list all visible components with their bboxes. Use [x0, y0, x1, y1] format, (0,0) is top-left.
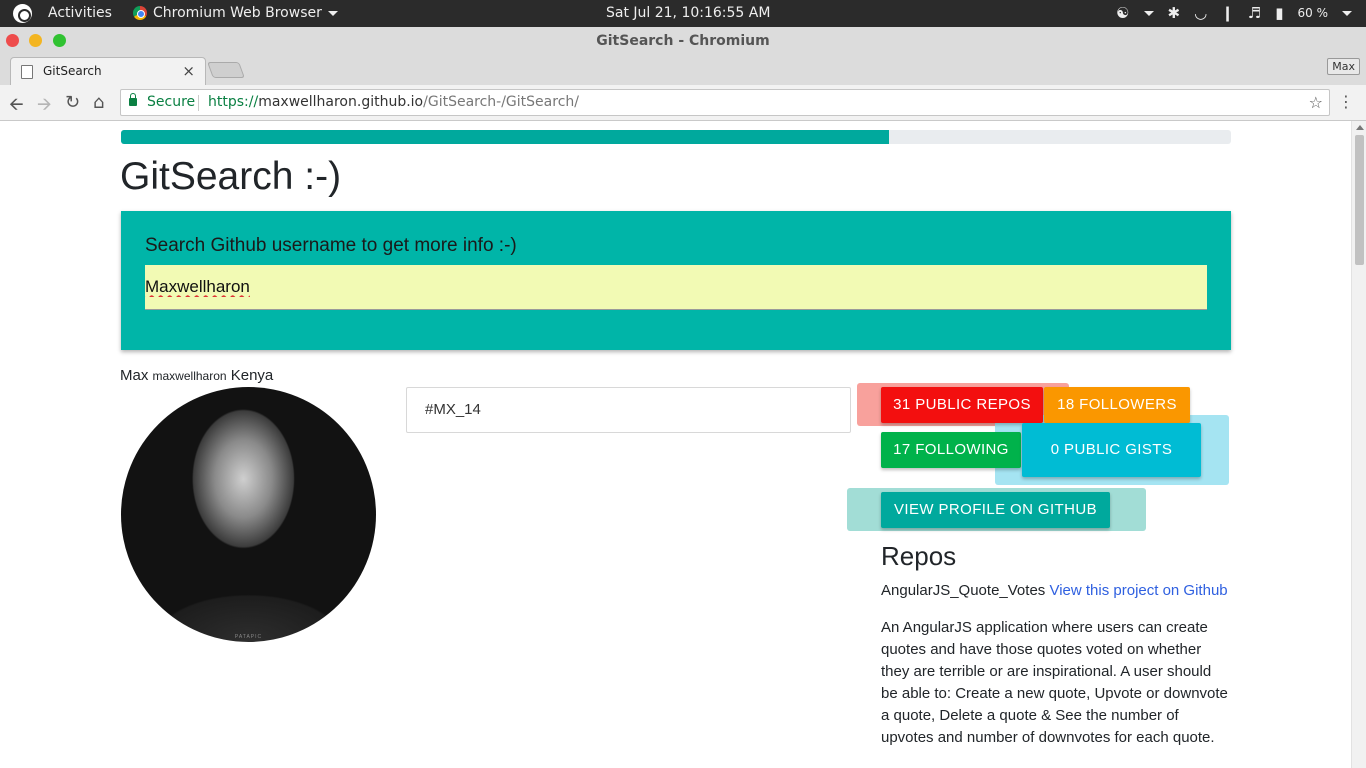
search-card: Search Github username to get more info … — [121, 211, 1231, 350]
search-input[interactable] — [145, 265, 1207, 310]
chevron-down-icon — [327, 10, 338, 16]
user-info-line: Max maxwellharon Kenya — [120, 367, 273, 384]
wifi-icon: ◡ — [1194, 4, 1208, 22]
activities-button[interactable]: Activities — [48, 5, 112, 21]
lock-icon — [129, 93, 137, 106]
tab-gitsearch[interactable]: GitSearch × — [10, 57, 206, 85]
followers-button[interactable]: 18 FOLLOWERS — [1044, 387, 1190, 423]
page-title: GitSearch :-) — [120, 155, 342, 198]
scrollbar-thumb[interactable] — [1355, 135, 1364, 265]
avatar-watermark: PATAPIC — [234, 634, 263, 640]
repos-heading: Repos — [881, 541, 957, 571]
new-tab-button[interactable] — [207, 62, 245, 78]
progress-bar — [121, 130, 1231, 144]
divider — [198, 95, 199, 111]
public-gists-button[interactable]: 0 PUBLIC GISTS — [1022, 423, 1201, 477]
battery-percent: 60 % — [1297, 6, 1329, 20]
public-repos-button[interactable]: 31 PUBLIC REPOS — [881, 387, 1043, 423]
following-button[interactable]: 17 FOLLOWING — [881, 432, 1021, 468]
close-tab-icon[interactable]: × — [182, 62, 195, 80]
browser-menu-icon[interactable]: ⋮ — [1338, 92, 1354, 111]
address-bar[interactable]: Secure https://maxwellharon.github.io/Gi… — [120, 89, 1330, 116]
clock[interactable]: Sat Jul 21, 10:16:55 AM — [606, 5, 770, 21]
accessibility-icon[interactable]: ☯ — [1116, 4, 1129, 22]
url-path: /GitSearch-/GitSearch/ — [423, 94, 579, 110]
user-login: maxwellharon — [152, 369, 227, 383]
ubuntu-logo-icon[interactable] — [13, 4, 32, 23]
secure-label: Secure — [147, 94, 196, 110]
page-icon — [21, 65, 33, 79]
battery-icon: ▮ — [1275, 4, 1284, 22]
tab-strip: GitSearch × Max — [0, 55, 1366, 85]
user-name: Max — [120, 367, 149, 384]
bluetooth-icon: ❙ — [1221, 4, 1234, 22]
window-title: GitSearch - Chromium — [596, 33, 770, 49]
chevron-down-icon — [1143, 10, 1154, 16]
tab-label: GitSearch — [43, 64, 102, 78]
repo-title-line: AngularJS_Quote_Votes View this project … — [881, 582, 1228, 599]
browser-toolbar: 🡨 🡪 ↻ ⌂ Secure https://maxwellharon.gith… — [0, 85, 1366, 121]
url-text[interactable]: https://maxwellharon.github.io/GitSearch… — [208, 94, 579, 110]
system-top-bar: Activities Chromium Web Browser Sat Jul … — [0, 0, 1366, 27]
back-arrow-icon[interactable]: 🡨 — [9, 92, 24, 122]
bookmark-star-icon[interactable]: ☆ — [1309, 93, 1323, 112]
home-icon[interactable]: ⌂ — [93, 92, 104, 113]
avatar: PATAPIC — [121, 387, 376, 642]
chromium-icon — [133, 6, 147, 20]
repo-name: AngularJS_Quote_Votes — [881, 582, 1046, 599]
volume-icon: ♬ — [1247, 4, 1262, 22]
chevron-down-icon — [1342, 10, 1352, 16]
progress-fill — [121, 130, 890, 144]
app-menu-label: Chromium Web Browser — [153, 5, 322, 21]
user-bio: #MX_14 — [406, 387, 851, 433]
scroll-up-arrow-icon[interactable] — [1356, 125, 1364, 130]
app-menu[interactable]: Chromium Web Browser — [133, 5, 338, 21]
system-tray[interactable]: ☯ ✱ ◡ ❙ ♬ ▮ 60 % — [1116, 4, 1352, 22]
url-host: maxwellharon.github.io — [258, 94, 424, 110]
profile-button[interactable]: Max — [1327, 58, 1360, 75]
page-viewport: GitSearch :-) Search Github username to … — [0, 121, 1351, 768]
search-prompt: Search Github username to get more info … — [145, 235, 517, 256]
network-settings-icon[interactable]: ✱ — [1168, 4, 1181, 22]
user-location: Kenya — [230, 367, 274, 384]
repo-github-link[interactable]: View this project on Github — [1049, 582, 1227, 599]
forward-arrow-icon[interactable]: 🡪 — [37, 92, 52, 122]
url-scheme: https:// — [208, 94, 259, 110]
window-title-bar: GitSearch - Chromium — [0, 27, 1366, 55]
page-scrollbar[interactable] — [1351, 121, 1366, 768]
view-profile-button[interactable]: VIEW PROFILE ON GITHUB — [881, 492, 1110, 528]
repo-description: An AngularJS application where users can… — [881, 619, 1228, 746]
reload-icon[interactable]: ↻ — [65, 92, 80, 113]
